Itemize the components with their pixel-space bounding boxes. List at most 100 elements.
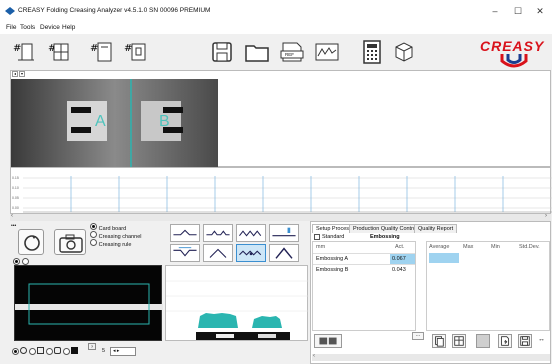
- scroll-left-icon[interactable]: ‹: [313, 353, 315, 359]
- scroll-right-icon[interactable]: ›: [545, 213, 547, 219]
- toolbar: [0, 34, 552, 70]
- pattern-peak-button[interactable]: [203, 244, 233, 262]
- export-icon[interactable]: [498, 334, 512, 348]
- hash-notebook-icon[interactable]: #: [88, 38, 116, 66]
- app-window: CREASY Folding Creasing Analyzer v4.5.1.…: [0, 0, 552, 364]
- rounded-shape-icon[interactable]: [54, 347, 61, 354]
- results-scrollbar[interactable]: ‹: [312, 353, 550, 361]
- blank-button[interactable]: [476, 334, 490, 348]
- pin-icon[interactable]: ↔: [538, 336, 545, 343]
- table-row[interactable]: Embossing B 0.043: [313, 264, 415, 275]
- refresh-button[interactable]: [18, 229, 44, 255]
- row-act: 0.067: [390, 254, 415, 264]
- radio-card-board[interactable]: Card board: [90, 223, 141, 232]
- menu-help[interactable]: Help: [62, 24, 75, 31]
- view-radio[interactable]: [13, 258, 20, 265]
- hash-icon[interactable]: #: [10, 38, 38, 66]
- pattern-flat-button[interactable]: [170, 224, 200, 242]
- folder-icon[interactable]: [243, 38, 271, 66]
- pattern-wave-button[interactable]: [236, 244, 266, 262]
- chart-icon[interactable]: [313, 38, 341, 66]
- app-logo-icon: [5, 7, 15, 15]
- row-name: Embossing B: [316, 267, 349, 273]
- radio-button[interactable]: [90, 231, 97, 238]
- shape-radio[interactable]: [46, 348, 53, 355]
- calculator-icon[interactable]: [358, 38, 386, 66]
- col-mm-header: mm: [316, 244, 326, 250]
- standard-checkbox[interactable]: [314, 234, 320, 240]
- menu-tools[interactable]: Tools: [20, 24, 35, 31]
- brand-text: CREASY: [480, 38, 545, 54]
- menu-file[interactable]: File: [6, 24, 16, 31]
- save-icon[interactable]: [208, 38, 236, 66]
- y-tick: 0.15: [12, 176, 19, 180]
- ref-label: REF: [285, 52, 294, 57]
- y-tick: 0.00: [12, 206, 19, 210]
- radio-creasing-channel[interactable]: Creasing channel: [90, 231, 141, 240]
- stat-header: Average: [429, 244, 450, 250]
- minimize-button[interactable]: –: [488, 4, 502, 18]
- horizontal-scrollbar[interactable]: ‹ ›: [10, 213, 551, 221]
- scroll-left-icon[interactable]: ‹: [11, 213, 13, 219]
- hash-frame-icon[interactable]: #: [122, 38, 150, 66]
- page-value: 5: [102, 348, 106, 354]
- title-bar: CREASY Folding Creasing Analyzer v4.5.1.…: [0, 0, 552, 22]
- radio-button[interactable]: [90, 223, 97, 230]
- material-radio-group: Card board Creasing channel Creasing rul…: [90, 223, 141, 248]
- embossing-photo: [11, 79, 218, 167]
- close-button[interactable]: ✕: [533, 4, 547, 18]
- menu-device[interactable]: Device: [40, 24, 60, 31]
- nav-down-icon[interactable]: ▾: [19, 71, 25, 77]
- row-name: Embossing A: [316, 256, 349, 262]
- cube-icon[interactable]: [390, 38, 418, 66]
- maximize-button[interactable]: ☐: [511, 4, 525, 18]
- layout-toggle-button[interactable]: [314, 334, 342, 348]
- info-icon[interactable]: ?: [88, 343, 96, 350]
- square-shape-icon[interactable]: [37, 347, 44, 354]
- tab-production-quality-control[interactable]: Production Quality Control: [349, 224, 422, 233]
- filled-shape-icon[interactable]: [71, 347, 78, 354]
- page-stepper[interactable]: ◂ ▸: [110, 347, 136, 356]
- table-icon[interactable]: [452, 334, 466, 348]
- camera-button[interactable]: [54, 229, 86, 255]
- pattern-icon: [173, 247, 197, 257]
- save-report-icon[interactable]: [518, 334, 532, 348]
- radio-creasing-rule[interactable]: Creasing rule: [90, 239, 141, 248]
- stat-header: Min: [491, 244, 500, 250]
- shape-radio[interactable]: [29, 348, 36, 355]
- copy-icon[interactable]: [432, 334, 446, 348]
- svg-text:#: #: [13, 43, 21, 54]
- pattern-tent-button[interactable]: [269, 244, 299, 262]
- shape-radio[interactable]: [63, 348, 70, 355]
- histogram: [166, 280, 309, 340]
- nav-left-icon[interactable]: ◂: [12, 71, 18, 77]
- pattern-zigzag-button[interactable]: [236, 224, 266, 242]
- view-radio[interactable]: [21, 258, 29, 265]
- radio-button[interactable]: [90, 239, 97, 246]
- stat-header: Std.Dev.: [519, 244, 540, 250]
- pattern-icon: [209, 248, 227, 258]
- ref-icon[interactable]: REF: [278, 38, 306, 66]
- pattern-v-button[interactable]: [170, 244, 200, 262]
- hash-grid-icon[interactable]: #: [45, 38, 73, 66]
- profile-plot: 0.15 0.10 0.05 0.00: [10, 167, 552, 214]
- creasy-logo: CREASY: [478, 36, 548, 70]
- selected-stat-cell[interactable]: [429, 253, 459, 263]
- embossing-table: mm Act. Embossing A 0.067 Embossing B 0.…: [312, 241, 416, 331]
- more-button[interactable]: ...: [412, 332, 424, 340]
- radio-label: Creasing rule: [98, 242, 132, 248]
- circle-shape-icon[interactable]: [20, 347, 27, 354]
- pattern-double-button[interactable]: [203, 224, 233, 242]
- pattern-icon: [239, 250, 262, 256]
- pattern-icon: [275, 247, 293, 259]
- table-row[interactable]: Embossing A 0.067: [313, 253, 415, 264]
- pattern-rule-button[interactable]: [269, 224, 299, 242]
- pattern-icon: [239, 230, 262, 237]
- layout-icon: [319, 337, 337, 345]
- tab-quality-report[interactable]: Quality Report: [414, 224, 458, 233]
- shape-radio[interactable]: [12, 348, 19, 355]
- sample-image: A B: [11, 79, 218, 167]
- panel-menu-icon[interactable]: •••: [11, 223, 16, 229]
- image-panel: ◂ ▾ A B: [10, 70, 551, 167]
- brand-mark: [500, 54, 528, 68]
